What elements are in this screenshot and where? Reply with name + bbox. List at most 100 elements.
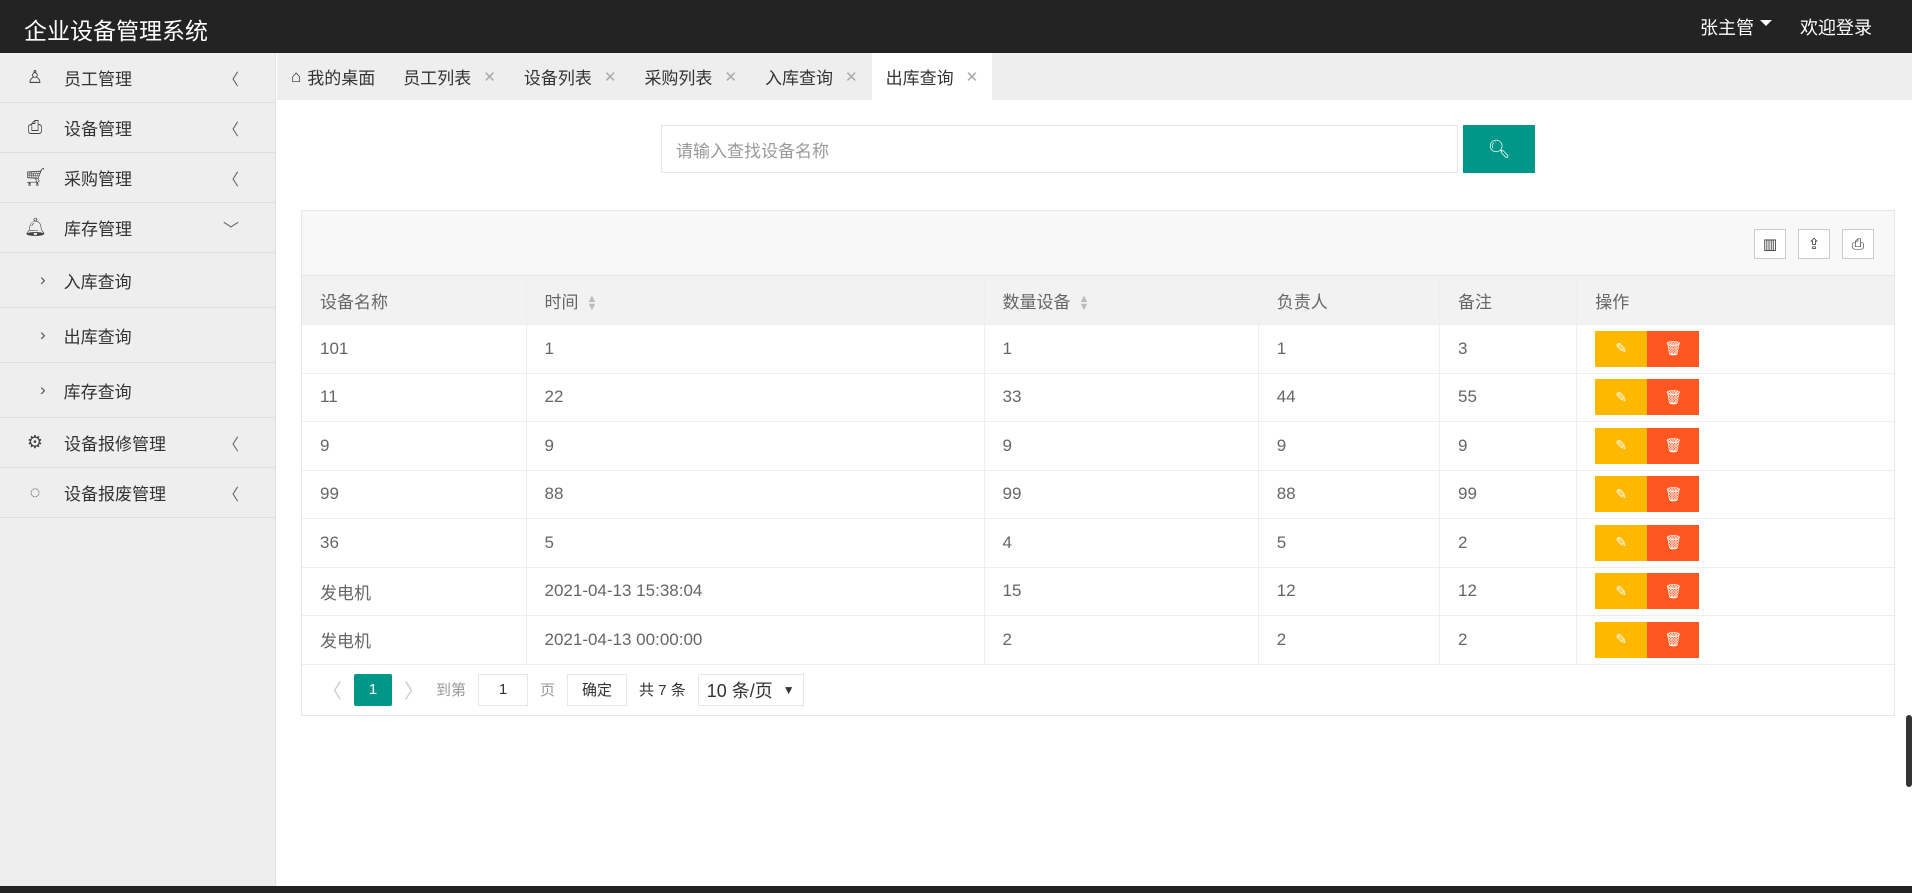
page-input[interactable]: 1 — [478, 673, 529, 706]
sidebar-item-repair[interactable]: ⚙ 设备报修管理 〈 — [0, 418, 275, 468]
delete-button[interactable]: 🗑︎ — [1647, 524, 1700, 561]
edit-button[interactable]: ✎ — [1595, 330, 1648, 367]
chevron-down-icon: ▼ — [782, 682, 795, 697]
chevron-down-icon: ﹀ — [222, 221, 239, 239]
sort-icon[interactable]: ▲ ▼ — [1079, 294, 1090, 313]
edit-button[interactable]: ✎ — [1595, 427, 1648, 464]
table-row: 99 88 99 88 99 ✎ 🗑︎ — [302, 470, 1894, 519]
col-quantity[interactable]: 数量设备 ▲ ▼ — [984, 276, 1259, 325]
table-cell: 5 — [526, 518, 985, 568]
table-cell: 55 — [1439, 373, 1578, 422]
sidebar-item-device[interactable]: ⎙ 设备管理 〈 — [0, 103, 275, 153]
table-row: 9 9 9 9 9 ✎ 🗑︎ — [302, 421, 1894, 471]
sidebar-sub-inventory[interactable]: › 库存查询 — [0, 363, 275, 418]
search-button[interactable]: 🔍︎ — [1463, 125, 1535, 173]
table-row: 发电机 2021-04-13 15:38:04 15 12 12 ✎ 🗑︎ — [302, 567, 1894, 616]
col-actions: 操作 — [1576, 276, 1894, 325]
prev-page-icon[interactable]: 〈 — [322, 675, 342, 704]
chevron-left-icon: 〈 — [222, 436, 239, 454]
close-icon[interactable]: ✕ — [483, 68, 496, 86]
chevron-right-icon: › — [40, 270, 46, 289]
trash-icon: 🗑︎ — [1664, 534, 1683, 551]
delete-button[interactable]: 🗑︎ — [1647, 379, 1700, 416]
columns-filter-button[interactable]: ▥ — [1754, 229, 1786, 259]
table-cell: 2 — [1258, 615, 1440, 665]
table-cell: 1 — [984, 324, 1259, 374]
table-cell: 12 — [1439, 567, 1578, 616]
edit-button[interactable]: ✎ — [1595, 621, 1648, 658]
sidebar-item-stock[interactable]: 🔔︎ 库存管理 ﹀ — [0, 203, 275, 253]
app-title: 企业设备管理系统 — [24, 18, 208, 44]
edit-button[interactable]: ✎ — [1595, 524, 1648, 561]
delete-button[interactable]: 🗑︎ — [1647, 573, 1700, 610]
next-page-icon[interactable]: 〉 — [404, 675, 424, 704]
table-cell: 99 — [302, 470, 527, 519]
sidebar-label: 设备报修管理 — [64, 435, 166, 454]
scrollbar[interactable] — [1906, 715, 1912, 787]
confirm-button[interactable]: 确定 — [567, 673, 628, 706]
search-icon: 🔍︎ — [1487, 138, 1511, 159]
export-button[interactable]: ⇪ — [1798, 229, 1830, 259]
actions-cell: ✎ 🗑︎ — [1576, 373, 1894, 422]
page-size-select[interactable]: 10 条/页 ▼ — [697, 673, 804, 706]
table-cell: 44 — [1258, 373, 1440, 422]
pencil-icon: ✎ — [1615, 437, 1628, 454]
tab-purchase-list[interactable]: 采购列表 ✕ — [630, 53, 751, 100]
close-icon[interactable]: ✕ — [845, 68, 858, 86]
trash-icon: 🗑︎ — [1664, 437, 1683, 454]
edit-button[interactable]: ✎ — [1595, 573, 1648, 610]
delete-button[interactable]: 🗑︎ — [1647, 330, 1700, 367]
page-unit-label: 页 — [540, 682, 556, 699]
sort-icon[interactable]: ▲ ▼ — [587, 294, 598, 313]
search-input[interactable]: 请输入查找设备名称 — [661, 125, 1458, 173]
close-icon[interactable]: ✕ — [604, 68, 617, 86]
user-name: 张主管 — [1700, 18, 1754, 38]
trash-icon: 🗑︎ — [1664, 485, 1683, 502]
sidebar-label: 出库查询 — [63, 327, 132, 347]
col-time[interactable]: 时间 ▲ ▼ — [526, 276, 985, 325]
table-cell: 33 — [984, 373, 1259, 422]
tab-label: 出库查询 — [885, 69, 954, 88]
sidebar-item-staff[interactable]: ♙ 员工管理 〈 — [0, 53, 275, 103]
table-header-row: 设备名称 时间 ▲ ▼ 数量设备 ▲ ▼ 负责人 备注 操作 — [302, 276, 1894, 325]
chevron-right-icon: › — [40, 325, 46, 344]
tab-device-list[interactable]: 设备列表 ✕ — [510, 53, 631, 100]
sidebar-item-purchase[interactable]: 🛒︎ 采购管理 〈 — [0, 153, 275, 203]
sidebar-item-scrap[interactable]: ◌ 设备报废管理 〈 — [0, 468, 275, 518]
welcome-link[interactable]: 欢迎登录 — [1800, 14, 1872, 40]
table-row: 11 22 33 44 55 ✎ 🗑︎ — [302, 373, 1894, 422]
sidebar-sub-inbound[interactable]: › 入库查询 — [0, 253, 275, 308]
sidebar-sub-outbound[interactable]: › 出库查询 — [0, 308, 275, 363]
tab-staff-list[interactable]: 员工列表 ✕ — [389, 53, 510, 100]
delete-button[interactable]: 🗑︎ — [1647, 621, 1700, 658]
tab-bar: ⌂ 我的桌面 员工列表 ✕ 设备列表 ✕ 采购列表 ✕ 入库查询 ✕ 出库查询 ✕ — [277, 53, 1912, 100]
sidebar: ♙ 员工管理〈 ⎙ 设备管理〈 🛒︎ 采购管理〈 🔔︎ 库存管理 ﹀ › 入库查询 › 出库查… — [0, 53, 276, 886]
bottom-bar — [0, 886, 1912, 893]
table-cell: 2 — [1439, 518, 1578, 568]
edit-button[interactable]: ✎ — [1595, 379, 1648, 416]
close-icon[interactable]: ✕ — [966, 68, 979, 86]
table-cell: 36 — [302, 518, 527, 568]
tab-desktop[interactable]: ⌂ 我的桌面 — [277, 53, 389, 100]
delete-button[interactable]: 🗑︎ — [1647, 427, 1700, 464]
close-icon[interactable]: ✕ — [724, 68, 737, 86]
goto-label: 到第 — [436, 682, 467, 699]
table-row: 发电机 2021-04-13 00:00:00 2 2 2 ✎ 🗑︎ — [302, 615, 1894, 665]
tab-inbound[interactable]: 入库查询 ✕ — [751, 53, 872, 100]
columns-icon: ▥ — [1762, 236, 1778, 253]
table-cell: 2 — [984, 615, 1259, 665]
tab-label: 员工列表 — [403, 69, 472, 88]
table-cell: 22 — [526, 373, 985, 422]
gear-icon: ⚙ — [26, 432, 44, 452]
pencil-icon: ✎ — [1615, 340, 1628, 357]
user-menu[interactable]: 张主管 — [1700, 14, 1772, 40]
col-name: 设备名称 — [302, 276, 527, 325]
edit-button[interactable]: ✎ — [1595, 476, 1648, 513]
tab-outbound[interactable]: 出库查询 ✕ — [871, 53, 993, 100]
trash-icon: 🗑︎ — [1664, 388, 1683, 405]
sidebar-label: 库存查询 — [63, 382, 132, 402]
delete-button[interactable]: 🗑︎ — [1647, 476, 1700, 513]
page-current[interactable]: 1 — [354, 673, 392, 706]
table-cell: 发电机 — [302, 567, 527, 616]
print-button[interactable]: ⎙ — [1842, 229, 1874, 259]
